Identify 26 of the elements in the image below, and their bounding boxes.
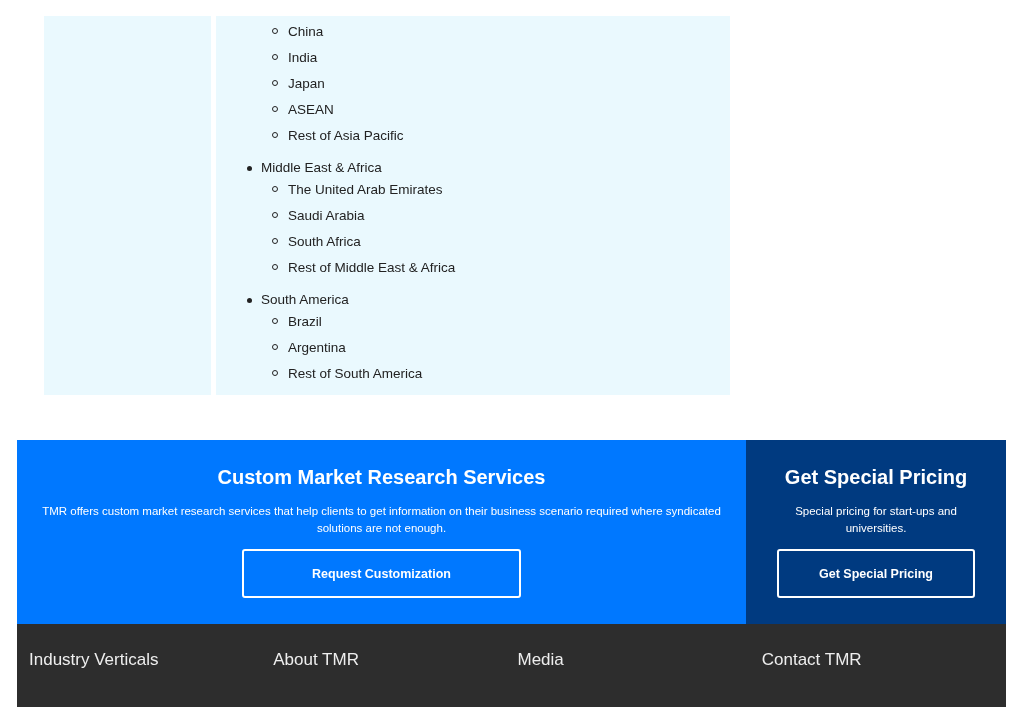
list-item: The United Arab Emirates bbox=[288, 181, 443, 197]
list-item: China bbox=[288, 23, 324, 39]
list-item: Argentina bbox=[288, 339, 346, 355]
bullet-icon bbox=[247, 297, 252, 303]
list-item: Rest of South America bbox=[288, 365, 423, 381]
list-item: ASEAN bbox=[288, 101, 334, 117]
list-item: Middle East & Africa bbox=[261, 160, 382, 176]
list-item: Japan bbox=[288, 75, 325, 91]
bullet-icon bbox=[247, 165, 252, 171]
list-item: Rest of Asia Pacific bbox=[288, 127, 404, 143]
footer-link[interactable]: About TMR bbox=[273, 650, 518, 707]
list-item: South Africa bbox=[288, 233, 361, 249]
section-title: Get Special Pricing bbox=[784, 466, 968, 489]
footer-link[interactable]: Media bbox=[517, 650, 762, 707]
section-text: TMR offers custom market research services that help clients to get information on their business scenario required where syndicated solutions are not enough. bbox=[41, 504, 722, 536]
list-item: Brazil bbox=[288, 313, 322, 329]
list-item: Saudi Arabia bbox=[288, 207, 365, 223]
list-item: India bbox=[288, 49, 318, 65]
footer-link[interactable]: Contact TMR bbox=[761, 650, 1006, 707]
request-customization-button[interactable]: Request Customization bbox=[242, 549, 521, 598]
list-item: Rest of Middle East & Africa bbox=[288, 259, 456, 275]
section-text: Special pricing for start-ups and universities. bbox=[794, 504, 958, 536]
section-title: Custom Market Research Services bbox=[217, 466, 546, 489]
list-item: South America bbox=[261, 292, 349, 308]
special-pricing-button[interactable]: Get Special Pricing bbox=[777, 549, 975, 598]
footer-link[interactable]: Industry Verticals bbox=[29, 650, 274, 707]
